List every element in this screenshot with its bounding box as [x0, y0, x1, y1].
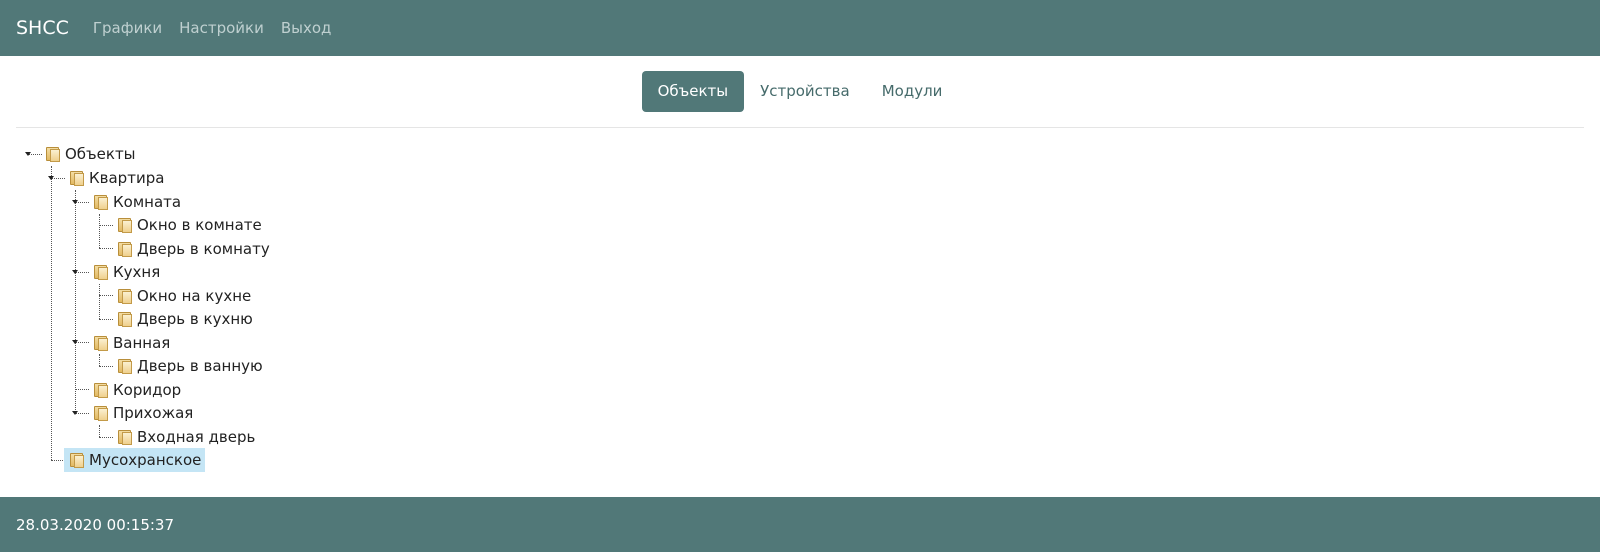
tree-connector	[75, 190, 76, 412]
tree-node-label: Входная дверь	[137, 428, 256, 446]
expand-toggle-icon[interactable]	[72, 270, 78, 274]
expand-toggle-icon[interactable]	[25, 152, 31, 156]
footer: 28.03.2020 00:15:37	[0, 497, 1600, 552]
folder-icon	[94, 335, 108, 351]
folder-icon	[94, 264, 108, 280]
expand-toggle-icon[interactable]	[72, 200, 78, 204]
folder-icon	[46, 146, 60, 162]
tree-node-kitchen-door[interactable]: Дверь в кухню	[118, 307, 253, 331]
tree-connector	[51, 460, 65, 461]
tree-node-label: Коридор	[113, 381, 182, 399]
tree-node-label: Дверь в ванную	[137, 357, 263, 375]
tree-node-label: Дверь в комнату	[137, 240, 270, 258]
folder-icon	[118, 241, 132, 257]
tree-connector	[51, 166, 52, 460]
tree-node-room-window[interactable]: Окно в комнате	[118, 213, 262, 237]
tree-connector	[99, 248, 113, 249]
tree-connector	[99, 225, 113, 226]
nav-link-charts[interactable]: Графики	[93, 19, 162, 37]
expand-toggle-icon[interactable]	[48, 176, 54, 180]
tree-connector	[99, 319, 113, 320]
tree-node-bathroom[interactable]: Ванная	[94, 331, 170, 355]
tree-node-hallway[interactable]: Прихожая	[94, 401, 193, 425]
tab-modules[interactable]: Модули	[866, 71, 959, 112]
tree-connector	[99, 214, 100, 248]
folder-icon	[94, 382, 108, 398]
tree-connector	[99, 354, 100, 366]
tab-bar: Объекты Устройства Модули	[0, 71, 1600, 112]
tree-node-room[interactable]: Комната	[94, 190, 181, 214]
nav-link-logout[interactable]: Выход	[281, 19, 332, 37]
tree-node-corridor[interactable]: Коридор	[94, 378, 181, 402]
tree-connector	[99, 366, 113, 367]
tree-connector	[75, 389, 89, 390]
tree-node-objects[interactable]: Объекты	[46, 142, 136, 166]
nav-link-settings[interactable]: Настройки	[179, 19, 264, 37]
tree-connector	[99, 284, 100, 319]
folder-icon	[118, 429, 132, 445]
tree-node-kitchen[interactable]: Кухня	[94, 260, 160, 284]
tab-divider	[16, 127, 1584, 128]
tree-connector	[99, 437, 113, 438]
footer-datetime: 28.03.2020 00:15:37	[16, 515, 175, 534]
tree-connector	[99, 295, 113, 296]
tree-node-label: Комната	[113, 193, 182, 211]
folder-icon	[118, 358, 132, 374]
tree-node-kitchen-window[interactable]: Окно на кухне	[118, 284, 251, 308]
tree-node-apartment[interactable]: Квартира	[70, 166, 164, 190]
tree-node-label: Кухня	[113, 263, 161, 281]
folder-icon	[94, 405, 108, 421]
folder-icon	[118, 217, 132, 233]
tree-node-label: Окно в комнате	[137, 216, 262, 234]
tree-node-bathroom-door[interactable]: Дверь в ванную	[118, 354, 263, 378]
tree-node-label: Ванная	[113, 334, 171, 352]
expand-toggle-icon[interactable]	[72, 340, 78, 344]
folder-icon	[94, 194, 108, 210]
tree-node-room-door[interactable]: Дверь в комнату	[118, 237, 270, 261]
tab-devices[interactable]: Устройства	[744, 71, 866, 112]
tree-node-label: Прихожая	[113, 404, 194, 422]
tree-node-label: Объекты	[65, 145, 136, 163]
tree-connector	[99, 425, 100, 437]
folder-icon	[70, 452, 84, 468]
tree-node-label: Мусохранское	[89, 451, 202, 469]
brand-logo[interactable]: SHCC	[16, 17, 69, 39]
tree-node-label: Квартира	[89, 169, 165, 187]
tab-objects[interactable]: Объекты	[641, 71, 745, 112]
tree-node-front-door[interactable]: Входная дверь	[118, 425, 255, 449]
tree-node-label: Дверь в кухню	[137, 310, 253, 328]
object-tree: Объекты Квартира Комната Окно в комнате …	[0, 142, 1600, 484]
tree-node-label: Окно на кухне	[137, 287, 252, 305]
tree-node-garbage[interactable]: Мусохранское	[64, 448, 206, 472]
top-navbar: SHCC Графики Настройки Выход	[0, 0, 1600, 56]
folder-icon	[118, 288, 132, 304]
expand-toggle-icon[interactable]	[72, 411, 78, 415]
folder-icon	[70, 170, 84, 186]
folder-icon	[118, 311, 132, 327]
